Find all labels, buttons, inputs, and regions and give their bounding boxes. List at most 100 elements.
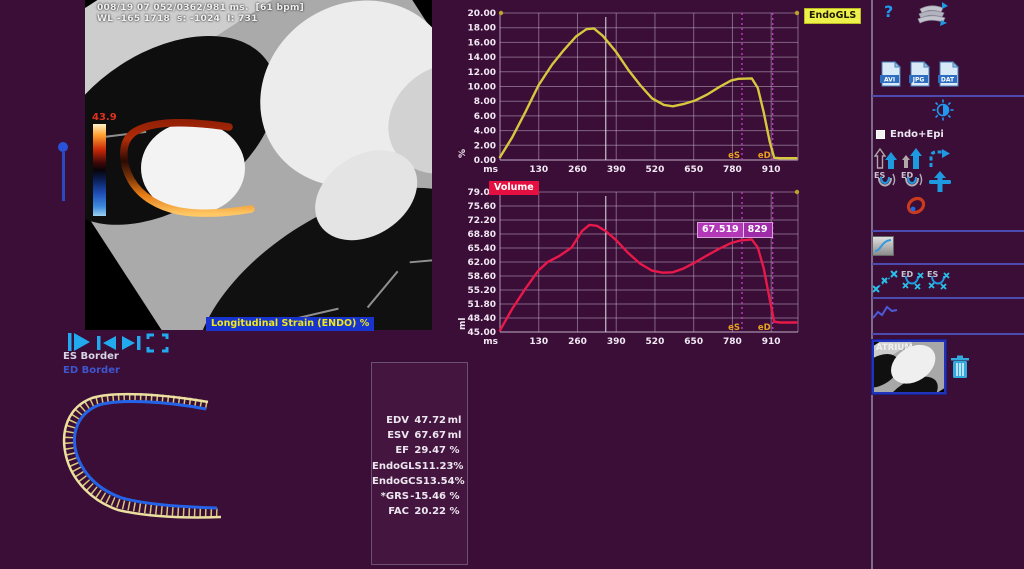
svg-text:ms: ms bbox=[483, 165, 498, 175]
endo-epi-checkbox-row[interactable]: Endo+Epi bbox=[876, 129, 944, 140]
stat-unit: % bbox=[454, 475, 465, 487]
sidebar-divider bbox=[872, 297, 1024, 299]
stat-label: EDV bbox=[386, 415, 409, 426]
dicom-overlay-line2: WL -165 1718 s: -1024 I: 731 bbox=[97, 14, 258, 24]
stat-unit: % bbox=[449, 490, 460, 502]
svg-text:390: 390 bbox=[607, 337, 626, 346]
export-jpg-label: JPG bbox=[912, 77, 925, 84]
svg-text:65.40: 65.40 bbox=[468, 244, 496, 254]
zoom-slider-handle[interactable] bbox=[58, 142, 68, 152]
svg-text:14.00: 14.00 bbox=[468, 53, 496, 63]
svg-text:520: 520 bbox=[646, 165, 665, 175]
atrium-series-thumbnail[interactable]: ATRIUM bbox=[851, 311, 967, 423]
endo-epi-label: Endo+Epi bbox=[890, 129, 944, 140]
edit-points-icon[interactable] bbox=[872, 270, 898, 293]
stat-value: 11.23 bbox=[421, 460, 454, 472]
tooltip-value: 67.519 bbox=[697, 222, 743, 238]
sidebar-divider bbox=[872, 263, 1024, 265]
es-points-tool-icon[interactable]: ES bbox=[925, 269, 951, 294]
layers-icon[interactable] bbox=[915, 1, 949, 27]
cardiac-image: 43.9 bbox=[0, 0, 554, 430]
ed-points-tool-icon[interactable]: ED bbox=[899, 269, 925, 294]
svg-text:ms: ms bbox=[483, 337, 498, 346]
svg-text:780: 780 bbox=[723, 337, 742, 346]
svg-text:130: 130 bbox=[529, 165, 548, 175]
fullscreen-button[interactable] bbox=[146, 333, 169, 353]
export-dat-label: DAT bbox=[941, 77, 955, 84]
ed-contour-line bbox=[73, 400, 218, 510]
svg-text:910: 910 bbox=[762, 165, 781, 175]
reset-borders-icon[interactable] bbox=[927, 149, 951, 169]
strain-curve-icon[interactable] bbox=[872, 303, 898, 323]
stat-row-endogcs: EndoGCS 13.54 % bbox=[372, 474, 467, 489]
volume-value-tooltip: 67.519 829 bbox=[697, 222, 773, 238]
stat-value: 29.47 bbox=[414, 445, 446, 457]
colorbar-max-value: 43.9 bbox=[92, 112, 117, 123]
stat-unit: ml bbox=[447, 430, 462, 442]
ed-points-tool-label: ED bbox=[901, 270, 913, 279]
propagate-border-icon[interactable] bbox=[928, 171, 952, 193]
atrium-thumbnail-label: ATRIUM bbox=[876, 343, 913, 353]
export-avi-button[interactable]: AVI bbox=[880, 61, 902, 87]
ed-border-tool-icon[interactable]: ED bbox=[901, 170, 925, 193]
svg-text:650: 650 bbox=[684, 165, 703, 175]
svg-text:18.00: 18.00 bbox=[468, 24, 496, 34]
zoom-slider-track[interactable] bbox=[62, 152, 65, 201]
image-viewer[interactable]: 43.9 008/19 07 052/0362/981 ms. [61 bpm]… bbox=[0, 0, 554, 430]
svg-text:12.00: 12.00 bbox=[468, 68, 496, 78]
volume-chart[interactable]: 79.0075.6072.2068.8065.4062.0058.6055.20… bbox=[455, 178, 855, 346]
svg-text:eD: eD bbox=[758, 323, 771, 333]
sigmoid-curve-button[interactable] bbox=[872, 236, 894, 256]
export-dat-button[interactable]: DAT bbox=[938, 61, 960, 87]
export-jpg-button[interactable]: JPG bbox=[909, 61, 931, 87]
copy-border-all-icon[interactable] bbox=[901, 148, 923, 170]
svg-text:130: 130 bbox=[529, 337, 548, 346]
endo-epi-checkbox[interactable] bbox=[876, 130, 885, 139]
svg-text:16.00: 16.00 bbox=[468, 38, 496, 48]
rotation-loop-icon[interactable] bbox=[905, 195, 927, 216]
svg-text:68.80: 68.80 bbox=[468, 230, 496, 240]
next-frame-button[interactable] bbox=[122, 336, 141, 350]
svg-text:6.00: 6.00 bbox=[474, 112, 496, 122]
delete-thumbnail-icon[interactable] bbox=[950, 355, 970, 379]
svg-text:48.40: 48.40 bbox=[468, 314, 496, 324]
border-contour-drawing[interactable] bbox=[42, 388, 272, 528]
strain-mode-label: Longitudinal Strain (ENDO) % bbox=[206, 317, 375, 331]
sidebar-divider bbox=[872, 95, 1024, 97]
svg-text:260: 260 bbox=[568, 165, 587, 175]
measurements-panel: EDV 47.72 ml ESV 67.67 ml EF 29.47 % End… bbox=[371, 362, 468, 565]
stat-label: EndoGLS bbox=[372, 460, 422, 472]
stat-row-esv: ESV 67.67 ml bbox=[372, 428, 467, 443]
tooltip-time: 829 bbox=[742, 222, 773, 238]
stat-row-grs: *GRS -15.46 % bbox=[372, 489, 467, 504]
svg-text:51.80: 51.80 bbox=[468, 300, 496, 310]
stat-label: EF bbox=[395, 445, 409, 457]
play-button[interactable] bbox=[68, 333, 90, 351]
svg-text:62.00: 62.00 bbox=[468, 258, 496, 268]
stat-row-endogls: EndoGLS 11.23 % bbox=[372, 459, 467, 474]
es-border-tool-icon[interactable]: ES bbox=[874, 170, 898, 193]
svg-text:75.60: 75.60 bbox=[468, 202, 496, 212]
stat-unit: ml bbox=[447, 415, 462, 426]
strain-colorbar bbox=[93, 124, 106, 216]
brightness-icon[interactable] bbox=[932, 99, 954, 121]
stat-value: 67.67 bbox=[414, 430, 446, 442]
svg-text:58.60: 58.60 bbox=[468, 272, 496, 282]
sidebar-divider bbox=[872, 333, 1024, 335]
copy-border-forward-icon[interactable] bbox=[874, 148, 898, 170]
stat-unit: % bbox=[453, 460, 464, 472]
stat-label: ESV bbox=[387, 430, 409, 442]
es-border-label: ES Border bbox=[63, 351, 119, 362]
stat-value: -15.46 bbox=[410, 490, 446, 502]
svg-text:780: 780 bbox=[723, 165, 742, 175]
svg-text:4.00: 4.00 bbox=[474, 127, 496, 137]
volume-chart-badge: Volume bbox=[489, 181, 539, 195]
svg-text:650: 650 bbox=[684, 337, 703, 346]
help-icon[interactable]: ? bbox=[884, 2, 893, 21]
export-avi-label: AVI bbox=[884, 77, 895, 84]
endogls-strain-chart[interactable]: 20.00 18.00 16.00 14.00 12.00 10.00 8.00 6.00 4.… bbox=[455, 0, 855, 178]
svg-text:390: 390 bbox=[607, 165, 626, 175]
stat-value: 20.22 bbox=[414, 506, 446, 518]
svg-text:910: 910 bbox=[762, 337, 781, 346]
prev-frame-button[interactable] bbox=[97, 336, 116, 350]
